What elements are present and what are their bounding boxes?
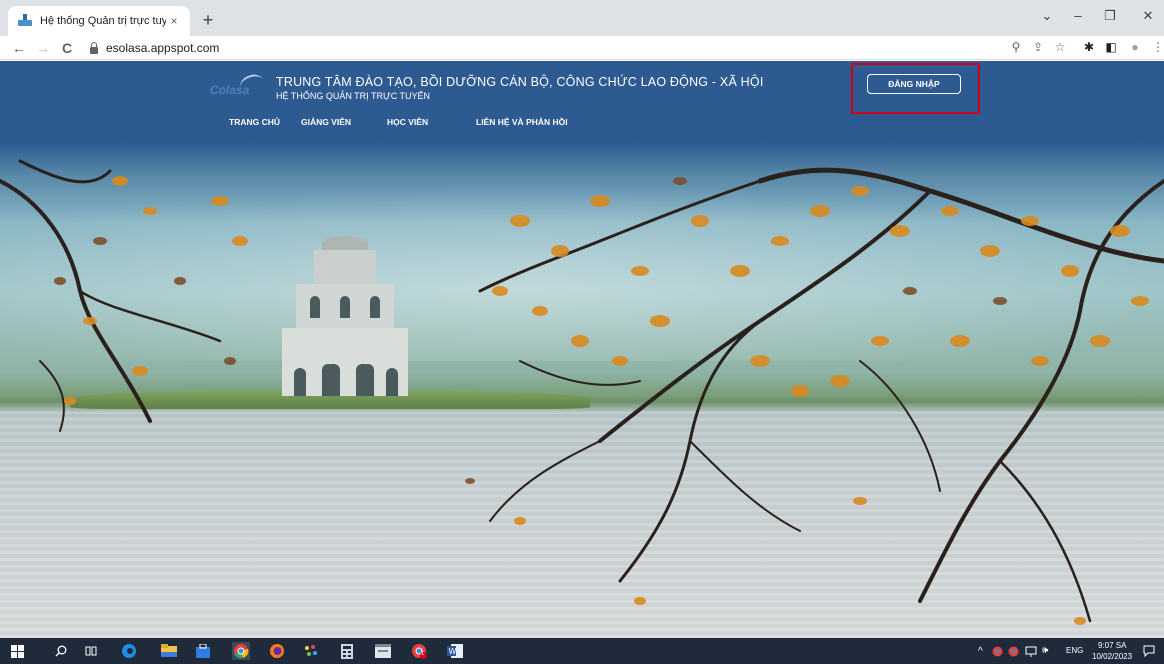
tray-chrome-icon[interactable] — [990, 642, 1004, 660]
volume-icon[interactable]: 🕪 — [1042, 645, 1048, 656]
address-bar[interactable]: esolasa.appspot.com — [86, 38, 996, 58]
chrome-profile-icon[interactable]: 1 — [410, 642, 428, 660]
calculator-icon[interactable] — [338, 642, 356, 660]
reload-button[interactable]: C — [58, 39, 76, 57]
lock-icon[interactable] — [90, 41, 98, 54]
tab-close-icon[interactable]: × — [166, 14, 182, 28]
site-logo[interactable]: Colasa — [210, 71, 267, 101]
edge-browser-icon[interactable] — [120, 642, 138, 660]
search-icon[interactable] — [52, 642, 70, 660]
paint-icon[interactable] — [302, 642, 320, 660]
clock-date[interactable]: 10/02/2023 — [1092, 652, 1132, 661]
store-icon[interactable] — [194, 642, 212, 660]
back-button[interactable]: ← — [10, 39, 28, 57]
tray-chrome-icon-2[interactable] — [1006, 642, 1020, 660]
autumn-branches-image — [0, 159, 1164, 625]
share-icon[interactable]: ⇪ — [1030, 40, 1046, 54]
chrome-icon[interactable] — [232, 642, 250, 660]
extensions-icon[interactable]: ✱ — [1081, 40, 1097, 54]
file-explorer-icon[interactable] — [160, 642, 178, 660]
side-panel-icon[interactable]: ◧ — [1103, 40, 1119, 54]
close-window-button[interactable]: ✕ — [1138, 8, 1158, 24]
login-button[interactable]: ĐĂNG NHẬP — [867, 74, 961, 94]
site-favicon-icon — [18, 14, 32, 26]
browser-tab[interactable]: Hệ thống Quản trị trực tuyến × — [8, 6, 190, 36]
browser-menu-icon[interactable]: ⋮ — [1150, 40, 1164, 54]
clock-time[interactable]: 9:07 SA — [1098, 641, 1126, 650]
bookmark-star-icon[interactable]: ☆ — [1052, 40, 1068, 54]
notifications-icon[interactable] — [1140, 642, 1158, 660]
browser-tabstrip: Hệ thống Quản trị trực tuyến × + ⌄ – ❐ ✕ — [0, 0, 1164, 36]
forward-button[interactable]: → — [34, 39, 52, 57]
tray-chevron-icon[interactable]: ^ — [978, 646, 983, 657]
firefox-icon[interactable] — [268, 642, 286, 660]
language-indicator[interactable]: ENG — [1066, 646, 1083, 655]
svg-text:W: W — [449, 647, 457, 656]
tab-search-icon[interactable]: ⌄ — [1037, 8, 1057, 24]
minimize-button[interactable]: – — [1068, 8, 1088, 23]
url-text: esolasa.appspot.com — [106, 41, 220, 55]
windows-start-icon[interactable] — [8, 642, 26, 660]
profile-avatar-icon[interactable]: ● — [1127, 40, 1143, 54]
nav-home[interactable]: TRANG CHỦ — [229, 117, 280, 127]
nav-students[interactable]: HỌC VIÊN — [387, 117, 428, 127]
app-window-icon[interactable] — [374, 642, 392, 660]
nav-contact-feedback[interactable]: LIÊN HỆ VÀ PHẢN HỒI — [476, 117, 568, 127]
new-tab-button[interactable]: + — [196, 9, 220, 33]
notification-badge: 1 — [421, 651, 425, 657]
tab-title: Hệ thống Quản trị trực tuyến — [40, 15, 166, 27]
word-icon[interactable]: W — [446, 642, 464, 660]
site-subtitle: HỆ THỐNG QUẢN TRỊ TRỰC TUYẾN — [276, 91, 431, 101]
zoom-icon[interactable]: ⚲ — [1008, 40, 1024, 54]
web-page: Colasa TRUNG TÂM ĐÀO TẠO, BỒI DƯỠNG CÁN … — [0, 61, 1164, 638]
network-icon[interactable] — [1024, 642, 1038, 660]
task-view-icon[interactable] — [82, 642, 100, 660]
windows-taskbar: 1 W ^ 🕪 ENG 9:07 SA 10/02/2023 — [0, 638, 1164, 664]
site-title: TRUNG TÂM ĐÀO TẠO, BỒI DƯỠNG CÁN BỘ, CÔN… — [276, 75, 764, 89]
restore-button[interactable]: ❐ — [1100, 8, 1120, 24]
nav-lecturers[interactable]: GIẢNG VIÊN — [301, 117, 351, 127]
browser-toolbar: ← → C esolasa.appspot.com ⚲ ⇪ ☆ ✱ ◧ ● ⋮ — [0, 36, 1164, 60]
